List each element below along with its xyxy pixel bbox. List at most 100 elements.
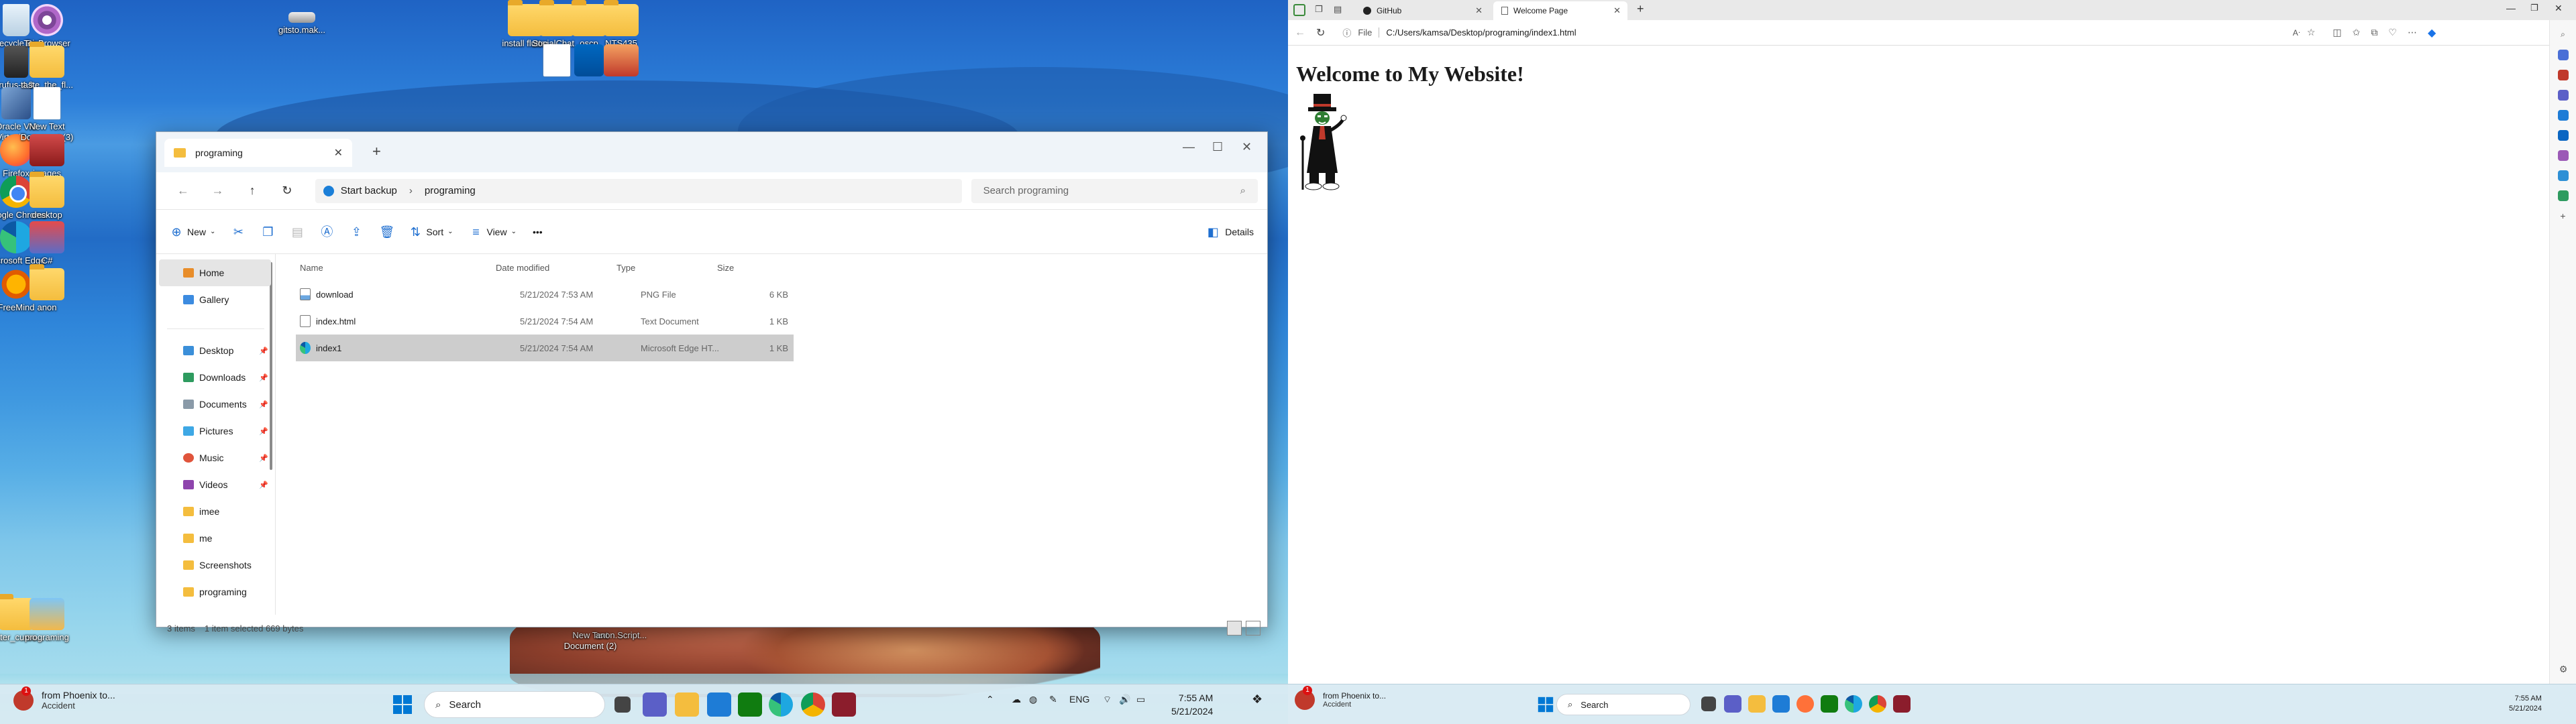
edge-taskbar-icon[interactable] <box>769 692 793 717</box>
sidebar-item-me[interactable]: me <box>156 525 275 552</box>
close-tab-icon[interactable]: ✕ <box>334 146 343 160</box>
favorites-icon[interactable]: ✩ <box>2353 27 2361 38</box>
favorite-star-icon[interactable]: ☆ <box>2307 27 2316 38</box>
file-row-selected[interactable]: index1 5/21/2024 7:54 AM Microsoft Edge … <box>296 335 794 361</box>
pin-icon[interactable]: 📌 <box>259 373 268 382</box>
sidebar-app-icon[interactable] <box>2557 170 2569 181</box>
search-input[interactable]: Search programing ⌕ <box>971 178 1258 203</box>
refresh-icon[interactable]: ↻ <box>270 184 305 198</box>
new-tab-button[interactable]: + <box>372 143 381 160</box>
column-header-name[interactable]: Name <box>276 263 488 273</box>
sidebar-app-icon[interactable] <box>2557 50 2569 60</box>
sidebar-item-programing[interactable]: programing <box>156 579 275 605</box>
sidebar-item-downloads[interactable]: Downloads 📌 <box>156 364 275 391</box>
teams-icon[interactable] <box>643 692 667 717</box>
sidebar-app-icon[interactable] <box>2557 70 2569 80</box>
sidebar-item-music[interactable]: Music 📌 <box>156 444 275 471</box>
rename-button[interactable]: Ⓐ <box>320 225 333 239</box>
sidebar-app-icon[interactable] <box>2557 190 2569 201</box>
pin-icon[interactable]: 📌 <box>259 427 268 436</box>
sidebar-app-icon[interactable] <box>2557 110 2569 121</box>
sidebar-item-home[interactable]: Home <box>159 259 271 286</box>
xbox-icon[interactable] <box>738 692 762 717</box>
clock[interactable]: 7:55 AM 5/21/2024 <box>2509 694 2542 714</box>
pin-icon[interactable]: 📌 <box>259 347 268 355</box>
copilot-icon[interactable]: ◆ <box>2428 26 2436 40</box>
news-widget[interactable]: from Phoenix to... Accident <box>13 686 115 711</box>
firefox-taskbar-icon[interactable] <box>1796 695 1814 713</box>
cloud-icon[interactable]: ☁ <box>1012 694 1021 705</box>
chrome-taskbar-icon[interactable] <box>1869 695 1886 713</box>
sidebar-item-documents[interactable]: Documents 📌 <box>156 391 275 418</box>
news-widget[interactable]: from Phoenix to... Accident <box>1295 686 1386 710</box>
store-icon[interactable] <box>1772 695 1790 713</box>
language-indicator[interactable]: ENG <box>1069 694 1089 705</box>
store-icon[interactable] <box>707 692 731 717</box>
close-tab-icon[interactable]: ✕ <box>1475 5 1483 16</box>
column-header-type[interactable]: Type <box>608 263 709 273</box>
sidebar-item-desktop[interactable]: Desktop 📌 <box>156 337 275 364</box>
workspaces-icon[interactable] <box>1293 4 1305 16</box>
copilot-icon[interactable]: ❖ <box>1252 692 1263 707</box>
maximize-icon[interactable]: ☐ <box>1212 140 1223 154</box>
cut-button[interactable]: ✂ <box>231 225 245 239</box>
desktop-icon-nts435[interactable]: NTS435 <box>588 0 655 49</box>
sidebar-app-icon[interactable] <box>2557 130 2569 141</box>
task-view-icon[interactable] <box>614 697 631 713</box>
share-button[interactable]: ⇪ <box>350 225 363 239</box>
pin-icon[interactable]: 📌 <box>259 454 268 463</box>
app-taskbar-icon[interactable] <box>832 692 856 717</box>
minimize-icon[interactable]: — <box>2506 3 2516 13</box>
pin-icon[interactable]: 📌 <box>259 481 268 489</box>
edge-taskbar-icon[interactable] <box>1845 695 1862 713</box>
minimize-icon[interactable]: — <box>1183 140 1195 154</box>
sidebar-app-icon[interactable] <box>2557 150 2569 161</box>
back-arrow-icon[interactable]: ← <box>166 184 201 198</box>
browser-essentials-icon[interactable]: ♡ <box>2388 27 2397 38</box>
sidebar-item-videos[interactable]: Videos 📌 <box>156 471 275 498</box>
battery-icon[interactable]: ▭ <box>1136 694 1145 705</box>
wifi-icon[interactable]: ⌔ <box>1103 694 1112 706</box>
sidebar-item-pictures[interactable]: Pictures 📌 <box>156 418 275 444</box>
explorer-tab[interactable]: programing ✕ <box>164 139 352 167</box>
tab-github[interactable]: GitHub ✕ <box>1355 1 1489 20</box>
details-view-icon[interactable] <box>1227 621 1242 636</box>
desktop-icon-programing[interactable]: programing <box>13 598 80 643</box>
sidebar-item-imee[interactable]: imee <box>156 498 275 525</box>
desktop-icon-tor-browser[interactable]: Tor Browser <box>13 4 80 49</box>
back-arrow-icon[interactable]: ← <box>1295 27 1305 39</box>
breadcrumb-current[interactable]: programing <box>425 185 476 196</box>
task-view-icon[interactable] <box>1701 697 1716 711</box>
column-header-size[interactable]: Size <box>709 263 769 273</box>
close-icon[interactable]: ✕ <box>2555 3 2563 14</box>
sidebar-app-icon[interactable] <box>2557 90 2569 101</box>
restore-icon[interactable]: ❐ <box>2530 3 2538 13</box>
start-button[interactable] <box>1538 697 1554 713</box>
column-header-date[interactable]: Date modified <box>488 263 608 273</box>
chrome-taskbar-icon[interactable] <box>801 692 825 717</box>
large-icons-view-icon[interactable] <box>1246 621 1260 636</box>
desktop-icon-archive[interactable] <box>588 44 655 78</box>
view-button[interactable]: ≡ View ⌄ <box>469 225 517 239</box>
pin-icon[interactable]: 📌 <box>259 400 268 409</box>
new-button[interactable]: ⊕ New ⌄ <box>170 225 215 239</box>
taskbar-search[interactable]: ⌕ Search <box>424 691 605 718</box>
sort-button[interactable]: ⇅ Sort ⌄ <box>409 225 453 239</box>
pen-icon[interactable]: ✎ <box>1049 694 1057 705</box>
forward-arrow-icon[interactable]: → <box>201 184 235 198</box>
paste-button[interactable]: ▤ <box>290 225 304 239</box>
app-taskbar-icon[interactable] <box>1893 695 1911 713</box>
delete-button[interactable]: 🗑 <box>379 225 394 239</box>
url-bar[interactable]: ⓘ File C:/Users/kamsa/Desktop/programing… <box>1336 23 2322 42</box>
desktop-icon-gitsto-mak[interactable]: gitsto.mak... <box>268 12 335 36</box>
chevron-up-icon[interactable]: ⌃ <box>986 694 994 705</box>
tab-welcome-page[interactable]: Welcome Page ✕ <box>1493 1 1627 20</box>
file-explorer-icon[interactable] <box>1748 695 1766 713</box>
collections-icon[interactable]: ⧉ <box>2371 27 2377 38</box>
desktop-icon-taste-the-fl[interactable]: taste_the_fl... <box>13 42 80 90</box>
xbox-icon[interactable] <box>1821 695 1838 713</box>
new-tab-button[interactable]: + <box>1637 2 1644 16</box>
file-row[interactable]: index.html 5/21/2024 7:54 AM Text Docume… <box>296 308 794 335</box>
close-tab-icon[interactable]: ✕ <box>1613 5 1621 16</box>
details-button[interactable]: ◧ Details <box>1206 225 1254 239</box>
